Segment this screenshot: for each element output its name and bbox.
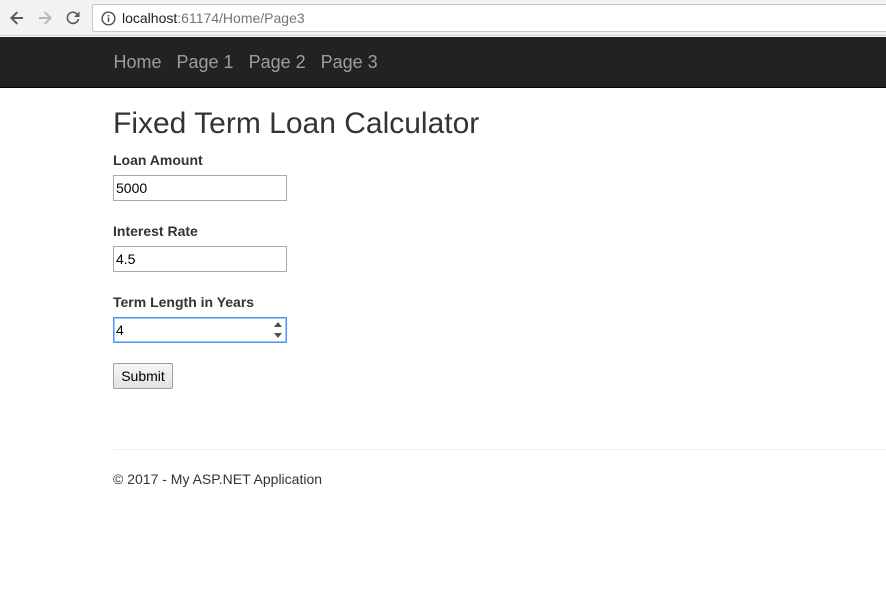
interest-rate-input[interactable] bbox=[113, 246, 287, 272]
nav-link-page-3[interactable]: Page 3 bbox=[313, 52, 385, 73]
url-host: localhost bbox=[122, 10, 178, 26]
term-length-label: Term Length in Years bbox=[113, 294, 255, 310]
nav-link-page-2[interactable]: Page 2 bbox=[241, 52, 313, 73]
nav-links: Home Page 1 Page 2 Page 3 bbox=[106, 37, 385, 87]
nav-link-home[interactable]: Home bbox=[106, 52, 169, 73]
main-content: Fixed Term Loan Calculator Loan Amount I… bbox=[113, 88, 886, 389]
loan-amount-input[interactable] bbox=[113, 175, 287, 201]
footer-text: © 2017 - My ASP.NET Application bbox=[113, 471, 323, 487]
submit-button[interactable]: Submit bbox=[113, 363, 173, 389]
reload-icon[interactable] bbox=[62, 7, 84, 29]
number-spinner[interactable] bbox=[273, 321, 283, 339]
forward-arrow-icon[interactable] bbox=[34, 7, 56, 29]
site-navbar: Home Page 1 Page 2 Page 3 bbox=[0, 37, 886, 88]
browser-toolbar: localhost:61174/Home/Page3 bbox=[0, 0, 886, 36]
spinner-down-icon[interactable] bbox=[274, 333, 282, 338]
term-length-wrapper bbox=[113, 317, 287, 343]
term-length-group: Term Length in Years bbox=[113, 292, 287, 343]
back-arrow-icon[interactable] bbox=[6, 7, 28, 29]
page-title: Fixed Term Loan Calculator bbox=[113, 107, 480, 140]
interest-rate-label: Interest Rate bbox=[113, 223, 198, 239]
nav-link-page-1[interactable]: Page 1 bbox=[169, 52, 241, 73]
footer-divider bbox=[113, 449, 886, 450]
url-path: :61174/Home/Page3 bbox=[177, 10, 305, 26]
loan-amount-group: Loan Amount bbox=[113, 150, 287, 201]
term-length-input[interactable] bbox=[113, 317, 287, 343]
address-bar[interactable]: localhost:61174/Home/Page3 bbox=[92, 4, 886, 32]
loan-amount-label: Loan Amount bbox=[113, 152, 203, 168]
spinner-up-icon[interactable] bbox=[274, 322, 282, 327]
info-icon[interactable] bbox=[100, 10, 116, 26]
interest-rate-group: Interest Rate bbox=[113, 221, 287, 272]
